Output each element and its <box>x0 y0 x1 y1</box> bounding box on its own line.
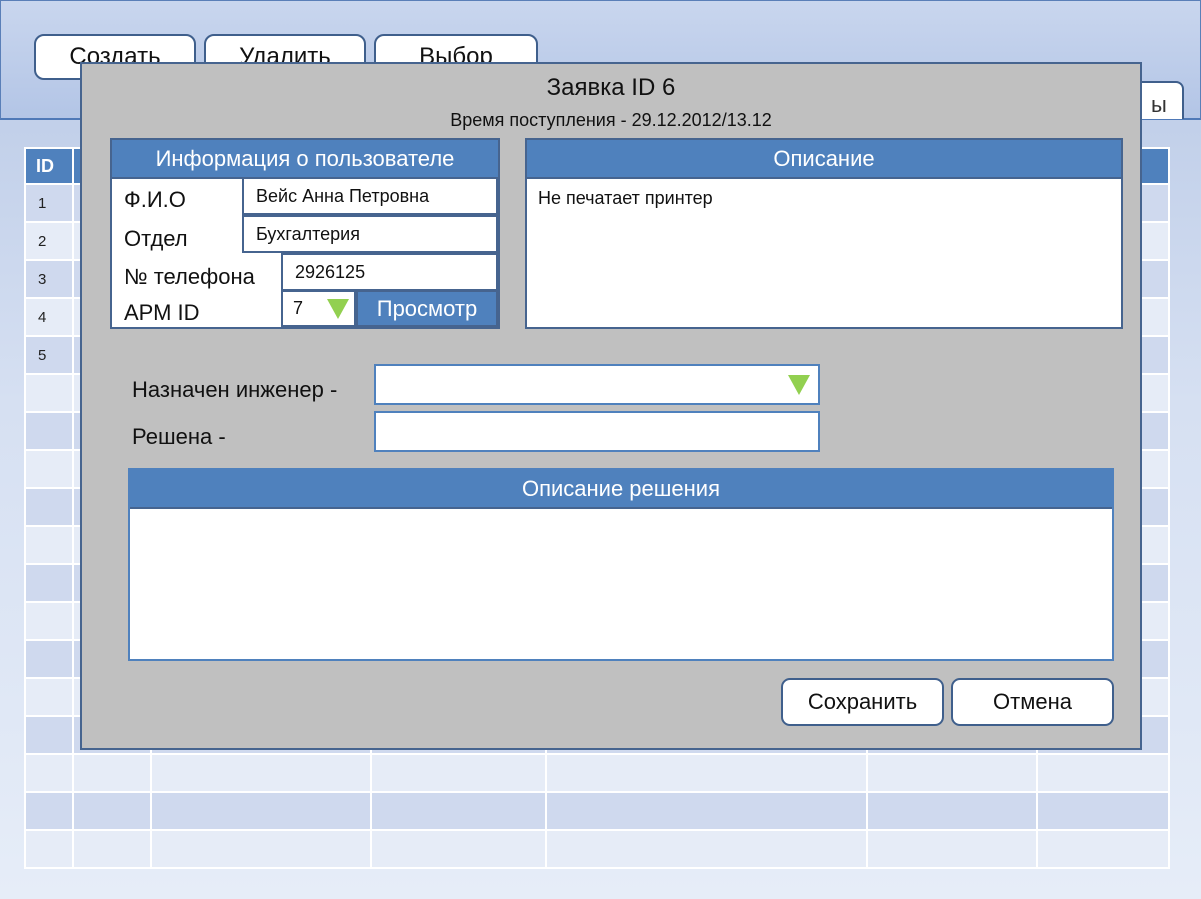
dept-label: Отдел <box>124 226 188 251</box>
row-id: 1 <box>24 183 74 223</box>
table-row[interactable] <box>24 829 1170 869</box>
solution-text-area[interactable] <box>140 514 1102 651</box>
dialog-title: Заявка ID 6 <box>546 74 676 101</box>
solution-panel: Описание решения <box>128 468 1114 661</box>
arm-id-label: АРМ ID <box>124 300 200 325</box>
table-row[interactable] <box>24 791 1170 831</box>
resolved-input[interactable] <box>374 411 820 452</box>
table-header-id[interactable]: ID <box>24 147 74 185</box>
row-id: 4 <box>24 297 74 337</box>
fio-label: Ф.И.О <box>124 187 186 212</box>
arm-id-value: 7 <box>293 298 304 318</box>
engineer-label: Назначен инженер - <box>132 377 338 402</box>
phone-label: № телефона <box>124 264 255 289</box>
description-panel: Описание Не печатает принтер <box>525 138 1123 329</box>
row-id: 3 <box>24 259 74 299</box>
description-header: Описание <box>527 140 1121 179</box>
description-text[interactable]: Не печатает принтер <box>538 188 713 209</box>
arm-id-select[interactable]: 7 <box>281 290 356 327</box>
user-info-header: Информация о пользователе <box>112 140 498 179</box>
received-time: Время поступления - 29.12.2012/13.12 <box>450 110 772 130</box>
solution-header: Описание решения <box>130 470 1112 509</box>
view-button[interactable]: Просмотр <box>356 290 498 327</box>
engineer-select[interactable] <box>374 364 820 405</box>
save-button[interactable]: Сохранить <box>781 678 944 726</box>
request-dialog: Заявка ID 6 Время поступления - 29.12.20… <box>80 62 1142 750</box>
phone-field[interactable]: 2926125 <box>281 253 498 291</box>
triangle-down-icon[interactable] <box>788 375 810 395</box>
fio-field[interactable]: Вейс Анна Петровна <box>242 177 498 215</box>
cancel-button[interactable]: Отмена <box>951 678 1114 726</box>
user-info-panel: Информация о пользователе Ф.И.О Вейс Анн… <box>110 138 500 329</box>
resolved-label: Решена - <box>132 424 226 449</box>
row-id: 2 <box>24 221 74 261</box>
department-field[interactable]: Бухгалтерия <box>242 215 498 253</box>
table-row[interactable] <box>24 753 1170 793</box>
triangle-down-icon[interactable] <box>327 299 349 319</box>
row-id: 5 <box>24 335 74 375</box>
